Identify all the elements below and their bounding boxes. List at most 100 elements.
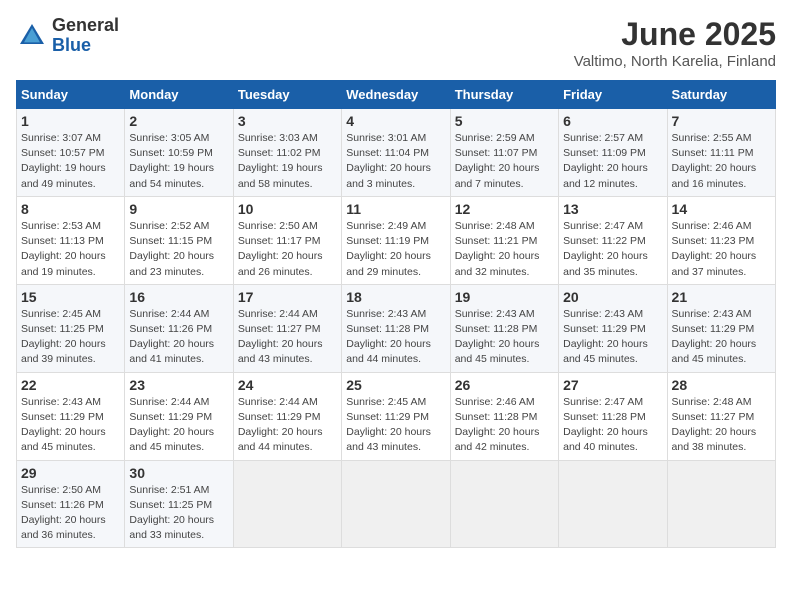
day-number: 26 bbox=[455, 377, 554, 393]
day-cell: 7 Sunrise: 2:55 AMSunset: 11:11 PMDayligh… bbox=[667, 109, 775, 197]
day-info: Sunrise: 2:44 AMSunset: 11:29 PMDaylight… bbox=[129, 395, 228, 456]
logo-general: General bbox=[52, 16, 119, 36]
header-cell-friday: Friday bbox=[559, 81, 667, 109]
day-number: 25 bbox=[346, 377, 445, 393]
day-cell: 12 Sunrise: 2:48 AMSunset: 11:21 PMDaylig… bbox=[450, 196, 558, 284]
day-number: 4 bbox=[346, 113, 445, 129]
day-cell: 5 Sunrise: 2:59 AMSunset: 11:07 PMDayligh… bbox=[450, 109, 558, 197]
day-number: 21 bbox=[672, 289, 771, 305]
day-number: 10 bbox=[238, 201, 337, 217]
day-cell: 25 Sunrise: 2:45 AMSunset: 11:29 PMDaylig… bbox=[342, 372, 450, 460]
calendar-table: SundayMondayTuesdayWednesdayThursdayFrid… bbox=[16, 80, 776, 548]
day-info: Sunrise: 2:53 AMSunset: 11:13 PMDaylight… bbox=[21, 219, 120, 280]
day-cell: 11 Sunrise: 2:49 AMSunset: 11:19 PMDaylig… bbox=[342, 196, 450, 284]
day-cell: 23 Sunrise: 2:44 AMSunset: 11:29 PMDaylig… bbox=[125, 372, 233, 460]
title-area: June 2025 Valtimo, North Karelia, Finlan… bbox=[574, 16, 776, 70]
logo: General Blue bbox=[16, 16, 119, 56]
day-cell bbox=[450, 460, 558, 548]
day-number: 20 bbox=[563, 289, 662, 305]
week-row-2: 8 Sunrise: 2:53 AMSunset: 11:13 PMDayligh… bbox=[17, 196, 776, 284]
day-number: 7 bbox=[672, 113, 771, 129]
day-cell: 26 Sunrise: 2:46 AMSunset: 11:28 PMDaylig… bbox=[450, 372, 558, 460]
day-info: Sunrise: 2:59 AMSunset: 11:07 PMDaylight… bbox=[455, 131, 554, 192]
week-row-5: 29Sunrise: 2:50 AMSunset: 11:26 PMDaylig… bbox=[17, 460, 776, 548]
logo-icon bbox=[16, 20, 48, 52]
day-info: Sunrise: 2:43 AMSunset: 11:29 PMDaylight… bbox=[563, 307, 662, 368]
day-cell: 14 Sunrise: 2:46 AMSunset: 11:23 PMDaylig… bbox=[667, 196, 775, 284]
day-cell: 28 Sunrise: 2:48 AMSunset: 11:27 PMDaylig… bbox=[667, 372, 775, 460]
day-info: Sunrise: 2:43 AMSunset: 11:28 PMDaylight… bbox=[455, 307, 554, 368]
week-row-1: 1 Sunrise: 3:07 AMSunset: 10:57 PMDayligh… bbox=[17, 109, 776, 197]
day-number: 5 bbox=[455, 113, 554, 129]
day-info: Sunrise: 2:55 AMSunset: 11:11 PMDaylight… bbox=[672, 131, 771, 192]
day-cell: 21 Sunrise: 2:43 AMSunset: 11:29 PMDaylig… bbox=[667, 284, 775, 372]
day-number: 8 bbox=[21, 201, 120, 217]
day-cell: 27Sunrise: 2:47 AMSunset: 11:28 PMDaylig… bbox=[559, 372, 667, 460]
day-info: Sunrise: 3:05 AMSunset: 10:59 PMDaylight… bbox=[129, 131, 228, 192]
day-cell: 3Sunrise: 3:03 AMSunset: 11:02 PMDayligh… bbox=[233, 109, 341, 197]
day-number: 24 bbox=[238, 377, 337, 393]
day-cell: 18Sunrise: 2:43 AMSunset: 11:28 PMDaylig… bbox=[342, 284, 450, 372]
day-info: Sunrise: 2:48 AMSunset: 11:27 PMDaylight… bbox=[672, 395, 771, 456]
day-cell: 24 Sunrise: 2:44 AMSunset: 11:29 PMDaylig… bbox=[233, 372, 341, 460]
day-info: Sunrise: 2:52 AMSunset: 11:15 PMDaylight… bbox=[129, 219, 228, 280]
header-cell-saturday: Saturday bbox=[667, 81, 775, 109]
day-info: Sunrise: 2:44 AMSunset: 11:27 PMDaylight… bbox=[238, 307, 337, 368]
header-cell-wednesday: Wednesday bbox=[342, 81, 450, 109]
day-cell: 20 Sunrise: 2:43 AMSunset: 11:29 PMDaylig… bbox=[559, 284, 667, 372]
day-number: 12 bbox=[455, 201, 554, 217]
day-cell: 29Sunrise: 2:50 AMSunset: 11:26 PMDaylig… bbox=[17, 460, 125, 548]
day-number: 22 bbox=[21, 377, 120, 393]
day-cell: 30Sunrise: 2:51 AMSunset: 11:25 PMDaylig… bbox=[125, 460, 233, 548]
day-number: 13 bbox=[563, 201, 662, 217]
week-row-3: 15Sunrise: 2:45 AMSunset: 11:25 PMDaylig… bbox=[17, 284, 776, 372]
header-cell-monday: Monday bbox=[125, 81, 233, 109]
day-cell: 9Sunrise: 2:52 AMSunset: 11:15 PMDayligh… bbox=[125, 196, 233, 284]
day-cell bbox=[559, 460, 667, 548]
day-number: 3 bbox=[238, 113, 337, 129]
day-info: Sunrise: 2:44 AMSunset: 11:29 PMDaylight… bbox=[238, 395, 337, 456]
week-row-4: 22 Sunrise: 2:43 AMSunset: 11:29 PMDaylig… bbox=[17, 372, 776, 460]
logo-text: General Blue bbox=[52, 16, 119, 56]
header-cell-thursday: Thursday bbox=[450, 81, 558, 109]
day-cell: 8 Sunrise: 2:53 AMSunset: 11:13 PMDayligh… bbox=[17, 196, 125, 284]
logo-blue: Blue bbox=[52, 36, 119, 56]
day-number: 23 bbox=[129, 377, 228, 393]
day-number: 1 bbox=[21, 113, 120, 129]
day-info: Sunrise: 2:44 AMSunset: 11:26 PMDaylight… bbox=[129, 307, 228, 368]
header: General Blue June 2025 Valtimo, North Ka… bbox=[16, 16, 776, 70]
day-cell bbox=[342, 460, 450, 548]
day-info: Sunrise: 2:43 AMSunset: 11:29 PMDaylight… bbox=[21, 395, 120, 456]
day-info: Sunrise: 2:49 AMSunset: 11:19 PMDaylight… bbox=[346, 219, 445, 280]
day-cell: 22 Sunrise: 2:43 AMSunset: 11:29 PMDaylig… bbox=[17, 372, 125, 460]
day-info: Sunrise: 2:45 AMSunset: 11:29 PMDaylight… bbox=[346, 395, 445, 456]
day-info: Sunrise: 2:50 AMSunset: 11:17 PMDaylight… bbox=[238, 219, 337, 280]
day-info: Sunrise: 2:46 AMSunset: 11:28 PMDaylight… bbox=[455, 395, 554, 456]
month-title: June 2025 bbox=[574, 16, 776, 53]
day-info: Sunrise: 2:48 AMSunset: 11:21 PMDaylight… bbox=[455, 219, 554, 280]
day-number: 17 bbox=[238, 289, 337, 305]
day-number: 11 bbox=[346, 201, 445, 217]
day-cell: 16 Sunrise: 2:44 AMSunset: 11:26 PMDaylig… bbox=[125, 284, 233, 372]
day-number: 28 bbox=[672, 377, 771, 393]
day-info: Sunrise: 2:46 AMSunset: 11:23 PMDaylight… bbox=[672, 219, 771, 280]
day-info: Sunrise: 3:07 AMSunset: 10:57 PMDaylight… bbox=[21, 131, 120, 192]
day-info: Sunrise: 2:43 AMSunset: 11:29 PMDaylight… bbox=[672, 307, 771, 368]
day-number: 2 bbox=[129, 113, 228, 129]
day-info: Sunrise: 2:57 AMSunset: 11:09 PMDaylight… bbox=[563, 131, 662, 192]
day-cell: 10 Sunrise: 2:50 AMSunset: 11:17 PMDaylig… bbox=[233, 196, 341, 284]
day-cell: 13Sunrise: 2:47 AMSunset: 11:22 PMDaylig… bbox=[559, 196, 667, 284]
day-cell: 1 Sunrise: 3:07 AMSunset: 10:57 PMDayligh… bbox=[17, 109, 125, 197]
location-title: Valtimo, North Karelia, Finland bbox=[574, 53, 776, 70]
day-number: 15 bbox=[21, 289, 120, 305]
day-number: 16 bbox=[129, 289, 228, 305]
day-cell: 19Sunrise: 2:43 AMSunset: 11:28 PMDaylig… bbox=[450, 284, 558, 372]
day-number: 27 bbox=[563, 377, 662, 393]
day-info: Sunrise: 2:51 AMSunset: 11:25 PMDaylight… bbox=[129, 483, 228, 544]
day-info: Sunrise: 3:01 AMSunset: 11:04 PMDaylight… bbox=[346, 131, 445, 192]
day-cell: 4 Sunrise: 3:01 AMSunset: 11:04 PMDayligh… bbox=[342, 109, 450, 197]
day-cell bbox=[667, 460, 775, 548]
day-number: 14 bbox=[672, 201, 771, 217]
day-cell bbox=[233, 460, 341, 548]
day-info: Sunrise: 2:50 AMSunset: 11:26 PMDaylight… bbox=[21, 483, 120, 544]
